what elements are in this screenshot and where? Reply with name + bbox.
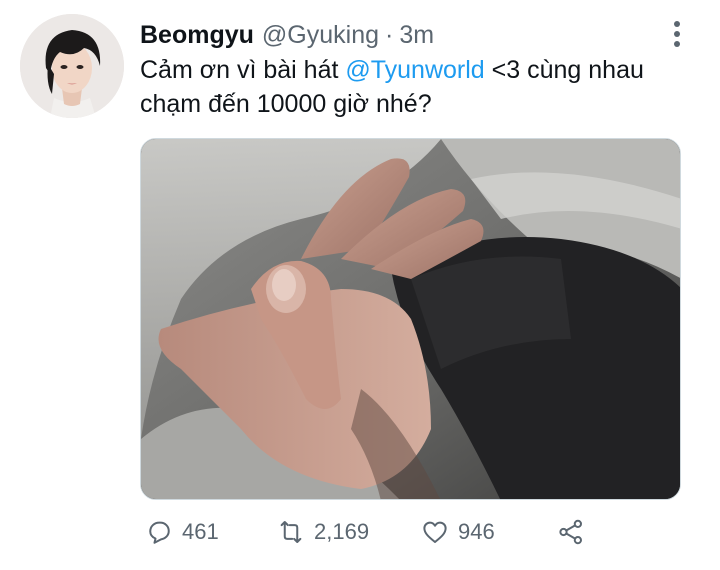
tweet-text-part1: Cảm ơn vì bài hát xyxy=(140,56,346,84)
reply-button[interactable]: 461 xyxy=(144,510,219,554)
reply-count: 461 xyxy=(182,519,219,544)
tweet-media-photo[interactable] xyxy=(140,138,681,500)
heart-icon xyxy=(423,521,447,543)
more-options-button[interactable] xyxy=(662,16,692,52)
retweet-icon xyxy=(280,521,302,543)
tweet-card[interactable]: Beomgyu @Gyuking · 3m Cảm ơn vì bài hát … xyxy=(0,0,720,570)
avatar-image xyxy=(20,14,124,118)
header-separator: · xyxy=(385,20,394,49)
share-icon xyxy=(559,519,582,545)
retweet-count: 2,169 xyxy=(314,519,370,544)
like-button[interactable]: 946 xyxy=(420,510,495,554)
tweet-text: Cảm ơn vì bài hát @Tyunworld <3 cùng nha… xyxy=(140,53,660,121)
avatar[interactable] xyxy=(20,14,124,118)
like-count: 946 xyxy=(458,519,495,544)
tweet-timestamp[interactable]: 3m xyxy=(399,21,434,50)
more-vertical-icon xyxy=(674,21,680,27)
retweet-button[interactable]: 2,169 xyxy=(276,510,369,554)
photo-image xyxy=(141,139,680,499)
author-display-name[interactable]: Beomgyu xyxy=(140,21,254,50)
share-button[interactable] xyxy=(556,510,586,554)
author-handle[interactable]: @Gyuking xyxy=(262,21,379,50)
tweet-actions: 461 2,169 946 xyxy=(140,510,620,554)
reply-icon xyxy=(149,521,170,544)
mention-link[interactable]: @Tyunworld xyxy=(345,56,484,84)
tweet-header: Beomgyu @Gyuking · 3m xyxy=(140,17,434,53)
